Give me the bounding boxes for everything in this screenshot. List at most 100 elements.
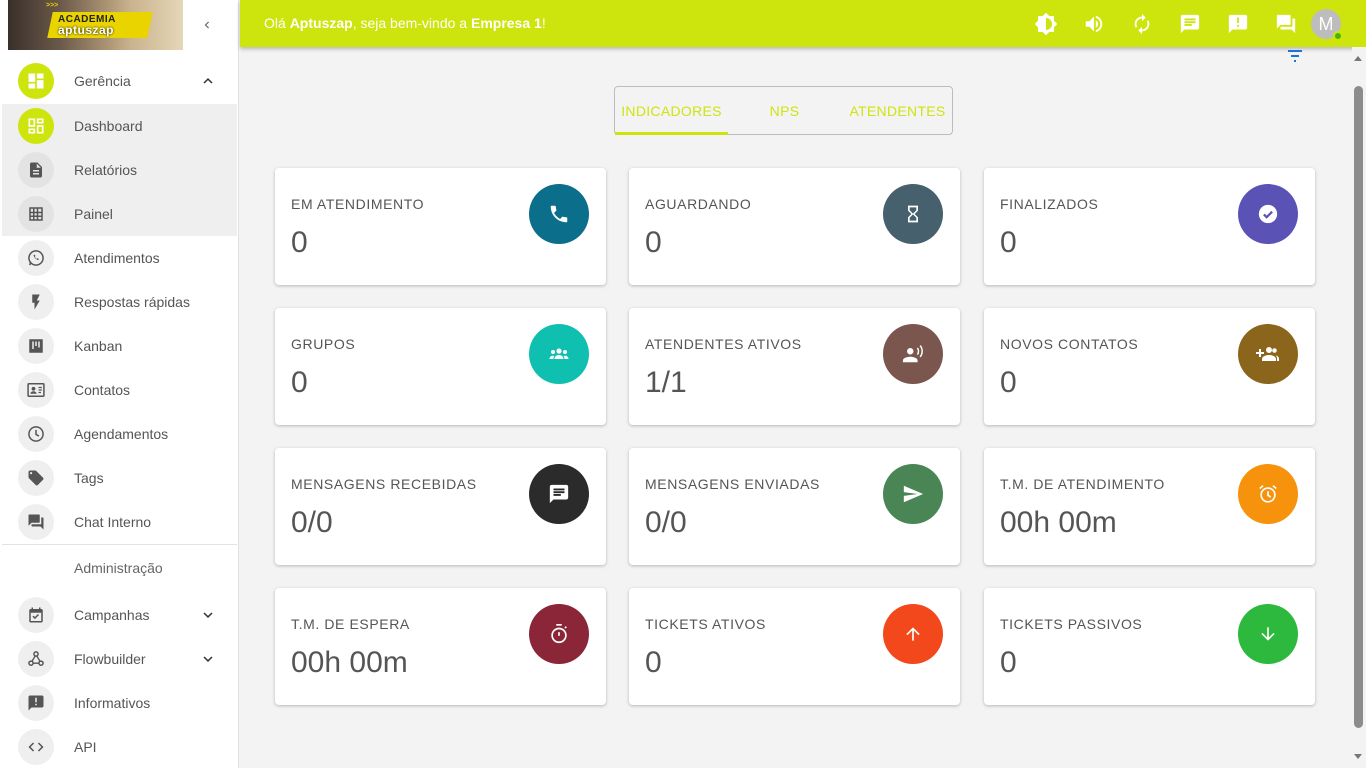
greeting-middle: , seja bem-vindo a bbox=[352, 15, 471, 31]
messages-button[interactable] bbox=[1177, 11, 1203, 37]
sidebar-item-gerencia[interactable]: Gerência bbox=[2, 59, 237, 103]
sidebar-item-label: Tags bbox=[74, 470, 104, 486]
hourglass-icon bbox=[883, 184, 943, 244]
webhook-icon bbox=[18, 641, 54, 677]
announcement-icon bbox=[18, 685, 54, 721]
internal-chat-button[interactable] bbox=[1273, 11, 1299, 37]
sidebar-item-label: Chat Interno bbox=[74, 514, 152, 530]
arrow-up-icon bbox=[883, 604, 943, 664]
stat-card-em-atendimento: EM ATENDIMENTO 0 bbox=[275, 168, 606, 285]
sidebar-item-flowbuilder[interactable]: Flowbuilder bbox=[2, 637, 237, 681]
card-value: 00h 00m bbox=[291, 646, 408, 679]
forum-icon bbox=[1276, 14, 1296, 34]
refresh-button[interactable] bbox=[1129, 11, 1155, 37]
logo-arrows: >>> bbox=[46, 2, 59, 9]
sidebar-item-respostas-rapidas[interactable]: Respostas rápidas bbox=[2, 280, 237, 324]
card-title: GRUPOS bbox=[291, 336, 356, 352]
logo-text: ACADEMIA aptuszap bbox=[58, 14, 116, 36]
sidebar-item-label: Informativos bbox=[74, 695, 151, 711]
sidebar-item-tags[interactable]: Tags bbox=[2, 456, 237, 500]
welcome-message: Olá Aptuszap, seja bem-vindo a Empresa 1… bbox=[264, 15, 546, 31]
stat-card-tm-atendimento: T.M. DE ATENDIMENTO 00h 00m bbox=[984, 448, 1315, 565]
online-status-indicator bbox=[1333, 31, 1343, 41]
sidebar-item-label: Respostas rápidas bbox=[74, 294, 190, 310]
greeting-user: Aptuszap bbox=[289, 15, 353, 31]
group-add-icon bbox=[1238, 324, 1298, 384]
filter-icon[interactable] bbox=[1284, 48, 1306, 64]
scroll-down-arrow-icon[interactable] bbox=[1354, 754, 1362, 759]
greeting-company: Empresa 1 bbox=[470, 15, 542, 31]
bolt-icon bbox=[18, 284, 54, 320]
sidebar-item-label: Painel bbox=[74, 206, 113, 222]
calendar-check-icon bbox=[18, 597, 54, 633]
card-title: AGUARDANDO bbox=[645, 196, 752, 212]
greeting-suffix: ! bbox=[541, 15, 546, 31]
chat-icon bbox=[18, 504, 54, 540]
theme-toggle-button[interactable] bbox=[1033, 11, 1059, 37]
tab-indicadores[interactable]: INDICADORES bbox=[615, 87, 728, 134]
brightness-icon bbox=[1034, 12, 1058, 36]
sidebar-item-label: Atendimentos bbox=[74, 250, 160, 266]
document-icon bbox=[18, 152, 54, 188]
sidebar-item-dashboard[interactable]: Dashboard bbox=[2, 104, 237, 148]
tab-nps[interactable]: NPS bbox=[728, 87, 841, 134]
section-label-administracao: Administração bbox=[74, 560, 163, 576]
card-title: T.M. DE ATENDIMENTO bbox=[1000, 476, 1165, 492]
card-value: 0/0 bbox=[291, 506, 333, 539]
collapse-sidebar-button[interactable] bbox=[196, 14, 218, 36]
stat-card-tm-espera: T.M. DE ESPERA 00h 00m bbox=[275, 588, 606, 705]
tab-atendentes[interactable]: ATENDENTES bbox=[841, 87, 954, 134]
chevron-up-icon bbox=[203, 78, 213, 84]
sidebar-item-informativos[interactable]: Informativos bbox=[2, 681, 237, 725]
volume-icon bbox=[1085, 15, 1103, 33]
stat-card-tickets-ativos: TICKETS ATIVOS 0 bbox=[629, 588, 960, 705]
sidebar-item-label: Dashboard bbox=[74, 118, 143, 134]
phone-icon bbox=[529, 184, 589, 244]
record-voice-icon bbox=[883, 324, 943, 384]
chevron-down-icon bbox=[203, 656, 213, 662]
sidebar-item-relatorios[interactable]: Relatórios bbox=[2, 148, 237, 192]
code-icon bbox=[18, 729, 54, 765]
card-value: 0 bbox=[1000, 226, 1017, 259]
stat-card-aguardando: AGUARDANDO 0 bbox=[629, 168, 960, 285]
announcement-icon bbox=[1228, 14, 1248, 34]
table-icon bbox=[18, 196, 54, 232]
refresh-icon bbox=[1134, 13, 1150, 35]
sidebar-item-kanban[interactable]: Kanban bbox=[2, 324, 237, 368]
card-title: T.M. DE ESPERA bbox=[291, 616, 410, 632]
sidebar-item-label: Kanban bbox=[74, 338, 123, 354]
sidebar-item-label: Relatórios bbox=[74, 162, 138, 178]
scrollbar-thumb[interactable] bbox=[1354, 86, 1363, 728]
card-value: 1/1 bbox=[645, 366, 687, 399]
scroll-up-arrow-icon[interactable] bbox=[1354, 56, 1362, 61]
sidebar-item-agendamentos[interactable]: Agendamentos bbox=[2, 412, 237, 456]
sidebar-item-painel[interactable]: Painel bbox=[2, 192, 237, 236]
volume-button[interactable] bbox=[1081, 11, 1107, 37]
stat-card-atendentes-ativos: ATENDENTES ATIVOS 1/1 bbox=[629, 308, 960, 425]
dashboard-tabs: INDICADORES NPS ATENDENTES bbox=[614, 86, 953, 135]
stat-card-tickets-passivos: TICKETS PASSIVOS 0 bbox=[984, 588, 1315, 705]
sidebar-item-campanhas[interactable]: Campanhas bbox=[2, 593, 237, 637]
sidebar-item-contatos[interactable]: Contatos bbox=[2, 368, 237, 412]
card-title: FINALIZADOS bbox=[1000, 196, 1099, 212]
top-bar: Olá Aptuszap, seja bem-vindo a Empresa 1… bbox=[240, 0, 1366, 47]
logo[interactable]: >>> ACADEMIA aptuszap bbox=[8, 0, 183, 50]
message-icon bbox=[1180, 14, 1200, 34]
sidebar-item-atendimentos[interactable]: Atendimentos bbox=[2, 236, 237, 280]
groups-icon bbox=[529, 324, 589, 384]
message-icon bbox=[529, 464, 589, 524]
sidebar-item-label: API bbox=[74, 739, 97, 755]
card-value: 0 bbox=[1000, 646, 1017, 679]
contacts-icon bbox=[18, 372, 54, 408]
card-value: 00h 00m bbox=[1000, 506, 1117, 539]
announcements-button[interactable] bbox=[1225, 11, 1251, 37]
card-value: 0 bbox=[645, 226, 662, 259]
send-icon bbox=[883, 464, 943, 524]
timer-icon bbox=[529, 604, 589, 664]
card-title: MENSAGENS RECEBIDAS bbox=[291, 476, 477, 492]
sidebar-divider bbox=[2, 544, 237, 545]
sidebar-item-chat-interno[interactable]: Chat Interno bbox=[2, 500, 237, 544]
stat-card-novos-contatos: NOVOS CONTATOS 0 bbox=[984, 308, 1315, 425]
dashboard-icon bbox=[18, 63, 54, 99]
sidebar-item-api[interactable]: API bbox=[2, 725, 237, 768]
